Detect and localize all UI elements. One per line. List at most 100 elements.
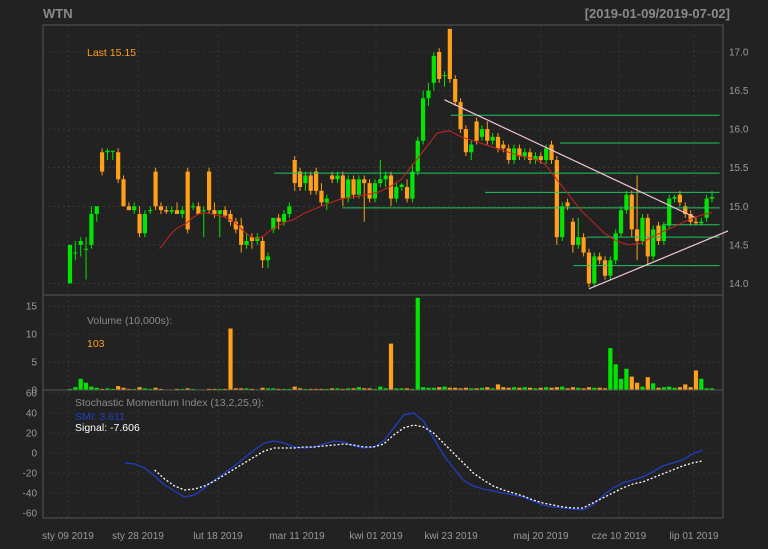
candle-body (394, 187, 399, 199)
trend-line (444, 99, 697, 219)
candle-body (100, 152, 105, 172)
price-y-tick-label: 14.5 (729, 240, 749, 251)
candle-body (121, 179, 126, 207)
last-price-label: Last 15.15 (87, 47, 137, 59)
candle-body (78, 241, 83, 245)
candle-body (629, 194, 634, 230)
candle-body (169, 210, 174, 212)
candle-body (105, 150, 110, 153)
candle-body (148, 210, 153, 212)
candle-body (153, 171, 158, 207)
volume-bar (613, 364, 618, 390)
candle-body (490, 136, 495, 141)
volume-bar (116, 386, 121, 390)
candle-body (362, 179, 367, 184)
price-y-tick-label: 15.0 (729, 202, 749, 213)
candle-body (544, 148, 549, 160)
smi-frame (42, 389, 724, 519)
chart-canvas: 14.0 14.5 15.0 15.5 16.0 16.5 17.0 0 5 10 15 -60 -… (23, 24, 749, 542)
candle-body (67, 244, 73, 284)
price-y-tick-label: 14.0 (729, 279, 749, 290)
volume-bar (667, 386, 672, 390)
candle-body (538, 156, 543, 160)
candle-body (287, 206, 292, 214)
candle-body (137, 214, 142, 234)
candle-body (319, 190, 324, 203)
candle-body (207, 171, 212, 211)
x-tick-label: sty 28 2019 (112, 531, 164, 542)
price-y-tick-label: 17.0 (729, 48, 749, 59)
candle-body (196, 206, 201, 214)
candle-body (223, 210, 228, 216)
price-y-tick-label: 15.5 (729, 163, 749, 174)
candle-body (73, 252, 78, 254)
candle-body (378, 179, 383, 184)
candle-body (410, 171, 415, 199)
candle-body (190, 206, 196, 208)
volume-bar (560, 386, 565, 390)
smi-y-tick-label: 60 (26, 389, 38, 400)
candle-body (699, 221, 704, 224)
candle-body (485, 129, 490, 141)
volume-bar (388, 343, 394, 390)
candle-body (667, 198, 672, 226)
candle-body (474, 121, 479, 141)
candle-body (635, 229, 640, 241)
candle-body (276, 217, 281, 222)
smi-y-tick-label: -20 (23, 469, 38, 480)
candle-body (346, 179, 351, 199)
candle-body (217, 210, 222, 214)
candle-body (367, 183, 372, 199)
candle-body (201, 210, 206, 212)
candle-body (661, 225, 666, 241)
candle-body (672, 197, 677, 199)
candle-body (453, 79, 458, 103)
candle-body (522, 152, 527, 157)
volume-bar (624, 368, 629, 390)
volume-bar (89, 386, 94, 390)
candle-body (463, 129, 468, 153)
smi-y-tick-label: -60 (23, 509, 38, 520)
smi-y-tick-label: -40 (23, 489, 38, 500)
smi-title: Stochastic Momentum Index (13,2,25,9): (75, 397, 265, 409)
candle-body (110, 150, 115, 152)
volume-bar (645, 377, 650, 390)
candle-body (174, 210, 180, 214)
candle-body (576, 237, 581, 245)
candle-body (586, 252, 592, 284)
volume-y-tick-label: 15 (26, 302, 38, 313)
candle-body (351, 179, 356, 195)
candle-body (116, 152, 121, 180)
x-axis: sty 09 2019 sty 28 2019 lut 18 2019 mar 11 … (42, 531, 719, 542)
volume-bar (415, 297, 420, 390)
x-tick-label: sty 09 2019 (42, 531, 94, 542)
candle-body (244, 241, 249, 245)
candle-body (431, 55, 436, 83)
candle-body (126, 206, 131, 211)
candle-body (265, 256, 271, 261)
candle-body (308, 175, 313, 191)
volume-frame (42, 294, 724, 391)
candle-body (180, 210, 185, 214)
candle-body (495, 136, 501, 149)
volume-y-tick-label: 10 (26, 330, 38, 341)
candle-body (421, 98, 426, 141)
candle-body (602, 260, 608, 276)
signal-line (154, 424, 703, 509)
x-tick-label: maj 20 2019 (513, 531, 568, 542)
candle-body (651, 229, 656, 257)
candle-body (260, 241, 265, 261)
candle-body (372, 183, 378, 199)
candle-body (570, 221, 575, 245)
smi-y-tick-label: 40 (26, 409, 38, 420)
smi-y-tick-label: 20 (26, 429, 38, 440)
volume-panel: 051015 (26, 294, 724, 397)
candle-body (314, 171, 319, 191)
candle-body (292, 160, 297, 184)
candle-body (303, 175, 308, 184)
volume-bar (618, 378, 624, 390)
candle-body (469, 144, 474, 153)
volume-bar (83, 382, 89, 390)
x-tick-label: cze 10 2019 (592, 531, 647, 542)
candle-body (426, 90, 431, 99)
